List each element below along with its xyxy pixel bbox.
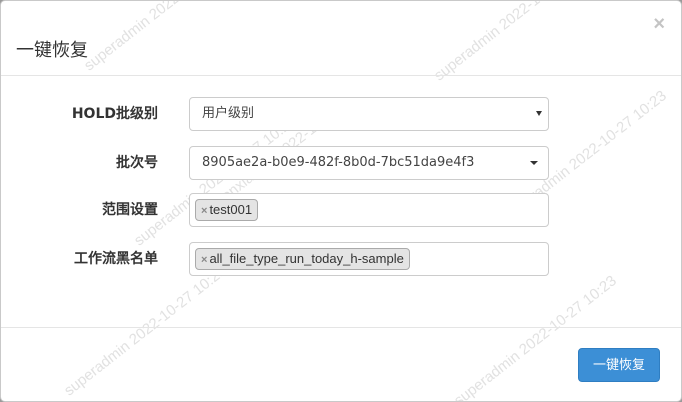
remove-tag-icon[interactable]: × [201, 205, 207, 217]
batch-no-label: 批次号 [116, 155, 158, 171]
workflow-blacklist-tag-input[interactable]: × all_file_type_run_today_h-sample [189, 242, 549, 276]
hold-level-select[interactable]: 用户级别 [189, 97, 549, 131]
close-icon[interactable]: × [653, 14, 665, 34]
batch-no-select[interactable]: 8905ae2a-b0e9-482f-8b0d-7bc51da9e4f3 [189, 146, 549, 180]
dropdown-arrow-icon [530, 161, 538, 165]
scope-row: 范围设置 × test001 [1, 193, 681, 227]
scope-label: 范围设置 [102, 202, 158, 218]
batch-no-value: 8905ae2a-b0e9-482f-8b0d-7bc51da9e4f3 [202, 155, 475, 170]
dialog-body: HOLD批级别 用户级别 批次号 8905ae2a-b0e9-482f-8b0d… [1, 76, 681, 327]
restore-dialog: superadmin 2022-10-27 superadmin 2022-10… [0, 0, 682, 402]
dropdown-arrow-icon [536, 111, 542, 116]
restore-button[interactable]: 一键恢复 [578, 348, 660, 382]
hold-level-value: 用户级别 [202, 106, 255, 121]
workflow-blacklist-label: 工作流黑名单 [74, 251, 158, 267]
workflow-blacklist-tag-label: all_file_type_run_today_h-sample [209, 251, 404, 266]
dialog-footer: 一键恢复 [1, 327, 681, 401]
workflow-blacklist-tag: × all_file_type_run_today_h-sample [195, 248, 410, 270]
scope-tag: × test001 [195, 199, 259, 221]
hold-level-label: HOLD批级别 [71, 106, 158, 122]
scope-tag-input[interactable]: × test001 [189, 193, 549, 227]
dialog-header: 一键恢复 × [1, 1, 681, 76]
workflow-blacklist-row: 工作流黑名单 × all_file_type_run_today_h-sample [1, 242, 681, 276]
scope-tag-label: test001 [209, 202, 253, 217]
batch-no-row: 批次号 8905ae2a-b0e9-482f-8b0d-7bc51da9e4f3 [1, 146, 681, 180]
dialog-title: 一键恢复 [16, 40, 88, 61]
hold-level-row: HOLD批级别 用户级别 [1, 97, 681, 131]
remove-tag-icon[interactable]: × [201, 254, 207, 266]
